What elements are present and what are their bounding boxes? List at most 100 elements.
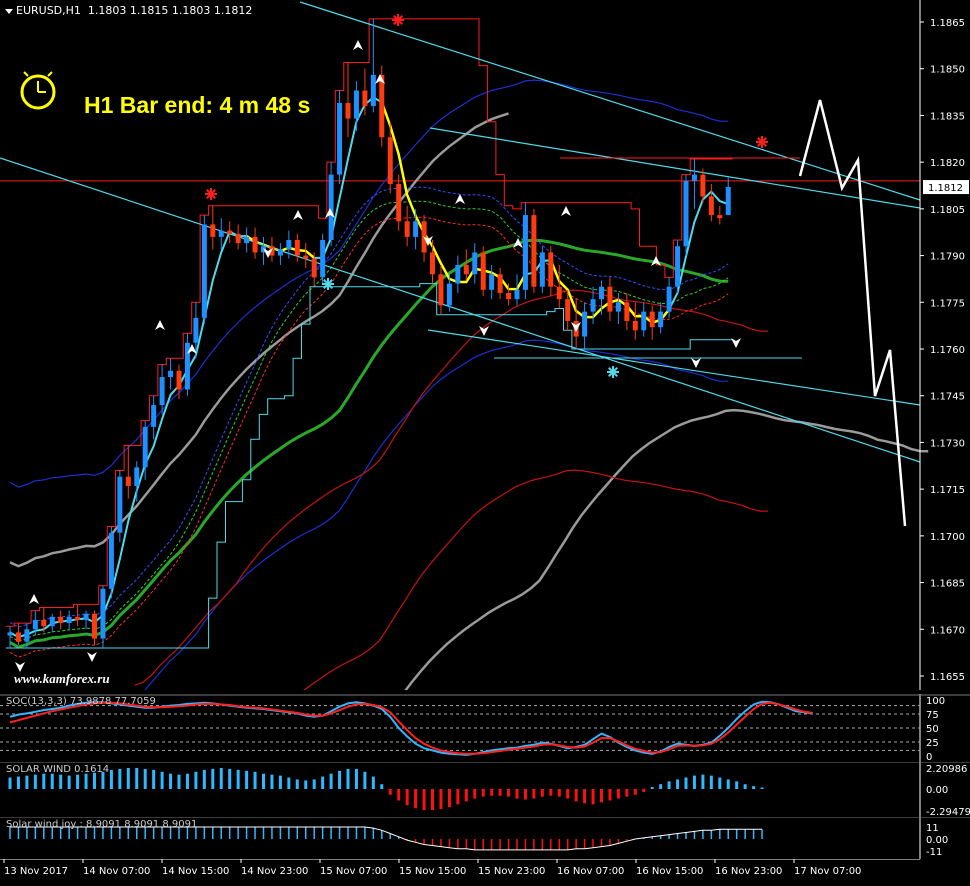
candle-body xyxy=(159,377,165,406)
blue-ma-dashed xyxy=(9,186,729,628)
candle-body xyxy=(92,613,97,639)
candle-body xyxy=(201,224,207,318)
candle-body xyxy=(168,370,174,378)
sell-signal-icon xyxy=(205,188,217,200)
candle-body xyxy=(582,311,588,337)
candle-body xyxy=(683,180,689,247)
bar-end-timer: H1 Bar end: 4 m 48 s xyxy=(84,92,311,118)
cyan-fast-ma xyxy=(9,96,729,639)
watermark: www.kamforex.ru xyxy=(14,671,110,686)
fractal-arrow-icon xyxy=(29,594,39,604)
time-tick-label: 15 Nov 07:00 xyxy=(320,866,387,877)
candle-body xyxy=(708,196,714,216)
grey-envelope-upper xyxy=(9,112,509,568)
candle-body xyxy=(641,311,647,331)
red-ma-dashed xyxy=(9,216,729,658)
candle-body xyxy=(345,102,351,119)
candle-body xyxy=(506,292,512,300)
sto-tick-label: 25 xyxy=(926,738,939,749)
time-tick-label: 16 Nov 07:00 xyxy=(557,866,624,877)
candle-body xyxy=(446,283,452,306)
candle-body xyxy=(539,252,545,287)
candle-body xyxy=(210,224,216,237)
joy-line xyxy=(10,826,763,851)
candle-body xyxy=(277,249,283,256)
time-tick-label: 13 Nov 2017 xyxy=(4,866,68,877)
joy-tick-label: -11 xyxy=(926,847,942,858)
fractal-arrow-icon xyxy=(293,210,303,220)
solar-wind-panel[interactable]: 2.20986 0.00 -2.29479 SOLAR WIND 0.1614 xyxy=(0,761,970,818)
sell-signal-icon xyxy=(392,14,404,26)
price-tick-label: 1.1670 xyxy=(930,625,965,636)
candle-body xyxy=(531,215,537,287)
dropdown-triangle-icon[interactable] xyxy=(5,8,13,14)
price-tick-label: 1.1715 xyxy=(930,485,965,496)
candle-body xyxy=(700,174,706,197)
grey-envelope-lower xyxy=(378,408,929,724)
sto-tick-label: 0 xyxy=(926,752,932,762)
time-tick-label: 14 Nov 15:00 xyxy=(162,866,229,877)
clock-icon xyxy=(18,70,58,116)
solar-wind-joy-panel[interactable]: 11 0.00 -11 Solar wind joy : 8.9091 8.9091… xyxy=(0,816,970,859)
candle-body xyxy=(176,370,182,390)
candle-body xyxy=(615,302,621,312)
sto-tick-label: 75 xyxy=(926,710,939,721)
candle-body xyxy=(455,264,461,284)
candle-body xyxy=(75,616,81,620)
trendline-4 xyxy=(427,329,921,406)
wind-tick-label: 0.00 xyxy=(926,785,948,796)
candle-body xyxy=(286,240,292,250)
trendline-1 xyxy=(0,157,921,463)
blue-envelope-upper xyxy=(9,79,729,488)
current-price-label: 1.1812 xyxy=(928,183,963,194)
candle-body xyxy=(337,102,343,175)
candle-body xyxy=(227,230,233,234)
candle-body xyxy=(717,215,723,219)
candle-body xyxy=(691,174,697,181)
price-tick-label: 1.1775 xyxy=(930,298,965,309)
candle-body xyxy=(649,311,655,328)
solar-wind-chart[interactable]: 2.20986 0.00 -2.29479 xyxy=(0,761,970,818)
stochastic-panel[interactable]: 100 75 50 25 0 SOC(13,3,3) 73.9878 77.7059 xyxy=(0,694,970,763)
red-envelope-lower xyxy=(134,469,769,866)
joy-tick-label: 11 xyxy=(926,823,939,834)
time-tick-label: 14 Nov 07:00 xyxy=(83,866,150,877)
candle-body xyxy=(117,476,123,533)
candle-body xyxy=(548,252,554,287)
fractal-arrow-icon xyxy=(691,358,701,368)
price-tick-label: 1.1760 xyxy=(930,345,965,356)
candle-body xyxy=(294,240,300,256)
candle-body xyxy=(362,90,368,107)
candle-body xyxy=(24,629,30,642)
joy-tick-label: 0.00 xyxy=(926,835,948,846)
candle-body xyxy=(632,320,638,331)
solar-wind-joy-label: Solar wind joy : 8.9091 8.9091 8.9091 xyxy=(6,819,198,830)
price-tick-label: 1.1805 xyxy=(930,205,965,216)
candle-body xyxy=(497,274,503,293)
candle-body xyxy=(353,90,359,119)
candle-body xyxy=(193,317,199,343)
candle-body xyxy=(125,476,131,487)
candle-body xyxy=(658,311,664,328)
candle-body xyxy=(725,187,731,216)
sell-signal-icon xyxy=(756,136,768,148)
symbol-label: EURUSD,H1 xyxy=(16,4,81,17)
candle-body xyxy=(463,264,469,275)
price-tick-label: 1.1865 xyxy=(930,18,965,29)
price-tick-label: 1.1835 xyxy=(930,111,965,122)
time-tick-label: 15 Nov 15:00 xyxy=(399,866,466,877)
price-tick-label: 1.1685 xyxy=(930,579,965,590)
candle-body xyxy=(413,221,419,237)
fractal-arrow-icon xyxy=(155,320,165,330)
wind-tick-label: 2.20986 xyxy=(926,764,967,775)
candle-body xyxy=(66,616,72,624)
candle-body xyxy=(311,258,317,278)
candle-body xyxy=(607,286,613,312)
candle-body xyxy=(108,532,114,589)
candle-body xyxy=(218,230,224,237)
trendline-3 xyxy=(429,127,921,209)
price-chart-panel[interactable]: 1.1865 1.1850 1.1835 1.1820 1.1805 1.1790 1.17… xyxy=(0,0,970,866)
price-tick-label: 1.1790 xyxy=(930,252,965,263)
price-tick-label: 1.1655 xyxy=(930,672,965,683)
chart-header: EURUSD,H1 1.1803 1.1815 1.1803 1.1812 xyxy=(5,4,252,17)
